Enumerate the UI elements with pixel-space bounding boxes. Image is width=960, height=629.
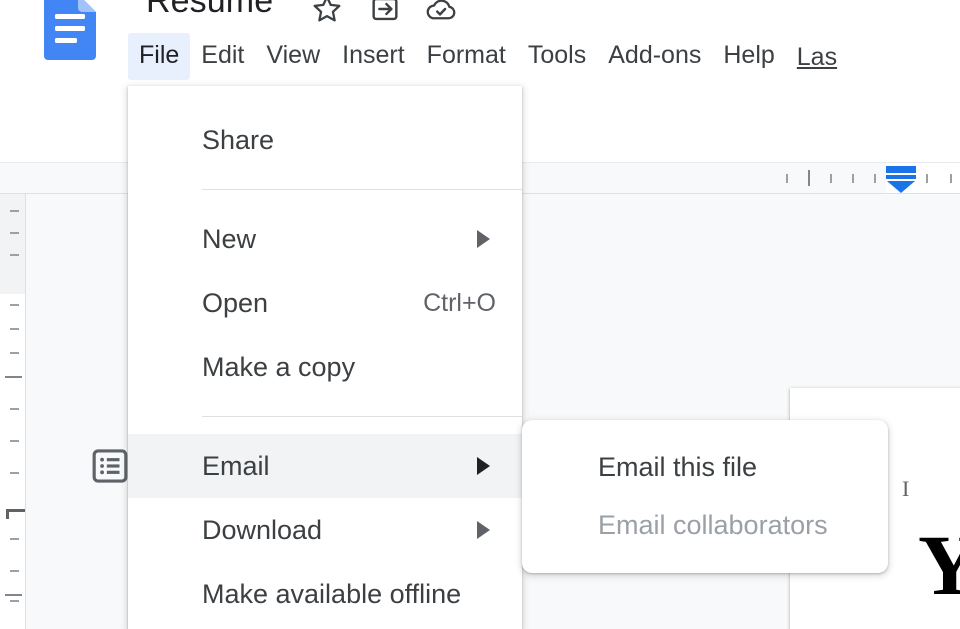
ruler-tick — [950, 174, 952, 183]
menu-format[interactable]: Format — [416, 33, 517, 80]
menubar: File Edit View Insert Format Tools Add-o… — [128, 33, 837, 86]
menu-insert[interactable]: Insert — [331, 33, 416, 80]
vertical-indent-marker[interactable] — [6, 509, 26, 519]
submenu-arrow-icon — [477, 230, 490, 248]
menu-item-label: Make available offline — [202, 579, 461, 610]
menu-help[interactable]: Help — [712, 33, 785, 80]
menu-tools[interactable]: Tools — [517, 33, 597, 80]
app-header: Resume File Edit View Insert Format Tool… — [0, 0, 960, 86]
move-to-folder-icon[interactable] — [368, 0, 402, 31]
submenu-item-label: Email this file — [598, 452, 757, 483]
submenu-top-padding — [522, 420, 888, 438]
ruler-tick-major — [5, 376, 22, 378]
ruler-tick — [10, 472, 19, 474]
ruler-tick-major — [5, 594, 22, 596]
document-outline-icon[interactable] — [91, 447, 129, 490]
menu-item-label: Email — [202, 451, 270, 482]
ruler-tick — [852, 174, 854, 183]
file-menu-item-email[interactable]: Email — [128, 434, 522, 498]
ruler-tick — [926, 174, 928, 183]
ruler-tick — [10, 440, 19, 442]
menu-view[interactable]: View — [255, 33, 331, 80]
ruler-tick — [10, 254, 19, 256]
ruler-tick — [10, 328, 19, 330]
page-title[interactable]: Resume — [146, 0, 273, 21]
document-heading: Y — [918, 522, 960, 608]
submenu-item-email-collaborators: Email collaborators — [522, 496, 888, 554]
document-caret-mark: I — [902, 476, 909, 502]
indent-marker[interactable] — [884, 163, 918, 194]
file-menu-item-download[interactable]: Download — [128, 498, 522, 562]
ruler-tick — [874, 174, 876, 183]
ruler-tick — [10, 600, 19, 602]
email-submenu: Email this file Email collaborators — [522, 420, 888, 573]
file-menu-item-make-available-offline[interactable]: Make available offline — [128, 562, 522, 626]
ruler-tick-major — [808, 170, 810, 186]
submenu-arrow-icon — [477, 521, 490, 539]
menu-item-label: Share — [202, 125, 274, 156]
google-docs-logo[interactable] — [44, 0, 96, 60]
ruler-tick — [786, 174, 788, 183]
last-edit-link[interactable]: Las — [786, 33, 837, 84]
ruler-tick — [830, 174, 832, 183]
submenu-arrow-icon — [477, 457, 490, 475]
ruler-tick — [10, 538, 19, 540]
file-dropdown-menu: Share New Open Ctrl+O Make a copy Email … — [128, 86, 522, 629]
ruler-tick — [10, 232, 19, 234]
menu-edit[interactable]: Edit — [190, 33, 255, 80]
menu-addons[interactable]: Add-ons — [597, 33, 712, 80]
menu-item-label: New — [202, 224, 256, 255]
menu-item-shortcut: Ctrl+O — [423, 289, 496, 318]
menu-item-label: Make a copy — [202, 352, 355, 383]
menu-item-label: Download — [202, 515, 322, 546]
ruler-tick — [10, 408, 19, 410]
ruler-margin-shade — [0, 194, 26, 294]
ruler-tick — [10, 352, 19, 354]
file-menu-item-open[interactable]: Open Ctrl+O — [128, 271, 522, 335]
cloud-saved-icon[interactable] — [424, 0, 458, 31]
star-icon[interactable] — [310, 0, 344, 31]
vertical-ruler[interactable] — [0, 194, 26, 629]
submenu-item-label: Email collaborators — [598, 510, 828, 541]
submenu-item-email-this-file[interactable]: Email this file — [522, 438, 888, 496]
menu-separator — [202, 189, 522, 190]
file-menu-item-share[interactable]: Share — [128, 108, 522, 172]
menu-file[interactable]: File — [128, 33, 190, 80]
ruler-tick — [10, 304, 19, 306]
ruler-tick — [10, 570, 19, 572]
file-menu-item-make-a-copy[interactable]: Make a copy — [128, 335, 522, 399]
ruler-tick — [10, 210, 19, 212]
file-menu-item-new[interactable]: New — [128, 207, 522, 271]
menu-item-label: Open — [202, 288, 268, 319]
outline-pane — [27, 194, 128, 629]
menu-separator — [202, 416, 522, 417]
